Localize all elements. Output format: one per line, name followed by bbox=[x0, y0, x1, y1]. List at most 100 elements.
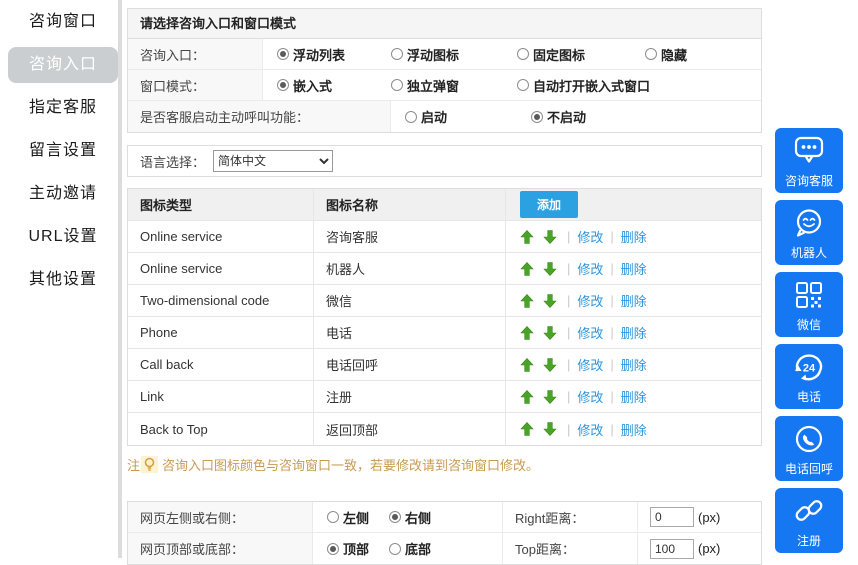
cell-icon-type: Link bbox=[128, 381, 314, 412]
floating-dock: 咨询客服 机器人 微信 bbox=[775, 128, 843, 560]
svg-text:24: 24 bbox=[803, 363, 816, 375]
radio-label: 独立弹窗 bbox=[407, 76, 459, 95]
radio-float-icon[interactable]: 浮动图标 bbox=[391, 45, 517, 64]
sidebar-item-assign-agent[interactable]: 指定客服 bbox=[8, 90, 118, 126]
cell-icon-type: Back to Top bbox=[128, 413, 314, 445]
table-row: Link 注册 | 修改 | 删除 bbox=[128, 381, 761, 413]
radio-embedded[interactable]: 嵌入式 bbox=[277, 76, 391, 95]
sidebar-item-message-settings[interactable]: 留言设置 bbox=[8, 133, 118, 169]
add-button[interactable]: 添加 bbox=[520, 191, 578, 218]
radio-label: 浮动图标 bbox=[407, 45, 459, 64]
language-select[interactable]: 简体中文 bbox=[213, 150, 333, 172]
delete-link[interactable]: 删除 bbox=[621, 355, 647, 374]
cell-icon-type: Two-dimensional code bbox=[128, 285, 314, 316]
radio-enable[interactable]: 启动 bbox=[405, 107, 531, 126]
move-up-icon[interactable] bbox=[520, 294, 534, 308]
radio-left-side[interactable]: 左侧 bbox=[327, 508, 369, 527]
note-prefix: 注 bbox=[127, 455, 140, 474]
radio-icon bbox=[531, 111, 543, 123]
dock-button-robot[interactable]: 机器人 bbox=[775, 200, 843, 265]
move-down-icon[interactable] bbox=[543, 422, 557, 436]
modify-link[interactable]: 修改 bbox=[577, 420, 603, 439]
modify-link[interactable]: 修改 bbox=[577, 291, 603, 310]
move-up-icon[interactable] bbox=[520, 422, 534, 436]
radio-label: 顶部 bbox=[343, 539, 369, 558]
move-down-icon[interactable] bbox=[543, 390, 557, 404]
radio-right-side[interactable]: 右侧 bbox=[389, 508, 431, 527]
modify-link[interactable]: 修改 bbox=[577, 227, 603, 246]
vertical-position-label: 网页顶部或底部： bbox=[128, 533, 313, 564]
radio-float-list[interactable]: 浮动列表 bbox=[277, 45, 391, 64]
main-content: 请选择咨询入口和窗口模式 咨询入口： 浮动列表 浮动图标 固定图标 隐藏 窗口模… bbox=[127, 8, 762, 565]
move-down-icon[interactable] bbox=[543, 262, 557, 276]
radio-icon bbox=[517, 48, 529, 60]
modify-link[interactable]: 修改 bbox=[577, 387, 603, 406]
radio-label: 底部 bbox=[405, 539, 431, 558]
dock-button-label: 电话 bbox=[797, 390, 821, 404]
table-row: Online service 机器人 | 修改 | 删除 bbox=[128, 253, 761, 285]
move-up-icon[interactable] bbox=[520, 326, 534, 340]
sidebar-item-proactive-invite[interactable]: 主动邀请 bbox=[8, 176, 118, 212]
top-distance-input[interactable] bbox=[650, 539, 694, 559]
cell-icon-type: Call back bbox=[128, 349, 314, 380]
radio-icon bbox=[391, 48, 403, 60]
cell-icon-name: 返回顶部 bbox=[314, 413, 506, 445]
move-up-icon[interactable] bbox=[520, 358, 534, 372]
radio-auto-open-embedded[interactable]: 自动打开嵌入式窗口 bbox=[517, 76, 650, 95]
dock-button-wechat[interactable]: 微信 bbox=[775, 272, 843, 337]
modify-link[interactable]: 修改 bbox=[577, 259, 603, 278]
delete-link[interactable]: 删除 bbox=[621, 291, 647, 310]
delete-link[interactable]: 删除 bbox=[621, 227, 647, 246]
move-down-icon[interactable] bbox=[543, 294, 557, 308]
right-distance-label: Right距离： bbox=[503, 502, 638, 532]
dock-button-callback[interactable]: 电话回呼 bbox=[775, 416, 843, 481]
radio-icon bbox=[277, 79, 289, 91]
note-text: 咨询入口图标颜色与咨询窗口一致，若要修改请到咨询窗口修改。 bbox=[162, 455, 539, 474]
move-down-icon[interactable] bbox=[543, 230, 557, 244]
radio-fixed-icon[interactable]: 固定图标 bbox=[517, 45, 645, 64]
sidebar-item-url-settings[interactable]: URL设置 bbox=[8, 219, 118, 255]
radio-icon bbox=[327, 511, 339, 523]
sidebar-item-other-settings[interactable]: 其他设置 bbox=[8, 262, 118, 298]
px-unit: (px) bbox=[698, 541, 720, 556]
radio-label: 嵌入式 bbox=[293, 76, 332, 95]
panel-title: 请选择咨询入口和窗口模式 bbox=[128, 9, 761, 39]
radio-icon bbox=[517, 79, 529, 91]
sidebar-item-consult-window[interactable]: 咨询窗口 bbox=[8, 4, 118, 40]
delete-link[interactable]: 删除 bbox=[621, 323, 647, 342]
move-down-icon[interactable] bbox=[543, 358, 557, 372]
radio-label: 浮动列表 bbox=[293, 45, 345, 64]
cell-actions: | 修改 | 删除 bbox=[506, 227, 761, 246]
vertical-position-row: 网页顶部或底部： 顶部 底部 Top距离： (px) bbox=[128, 533, 761, 564]
radio-top-side[interactable]: 顶部 bbox=[327, 539, 369, 558]
phone-callback-icon bbox=[793, 416, 825, 462]
modify-link[interactable]: 修改 bbox=[577, 355, 603, 374]
move-up-icon[interactable] bbox=[520, 230, 534, 244]
radio-bottom-side[interactable]: 底部 bbox=[389, 539, 431, 558]
header-icon-name: 图标名称 bbox=[314, 189, 506, 220]
dock-button-label: 微信 bbox=[797, 318, 821, 332]
move-up-icon[interactable] bbox=[520, 262, 534, 276]
table-header-row: 图标类型 图标名称 添加 bbox=[128, 189, 761, 221]
24-hour-service-icon: 24 bbox=[791, 344, 827, 390]
cell-actions: | 修改 | 删除 bbox=[506, 259, 761, 278]
action-separator: | bbox=[567, 325, 570, 340]
dock-button-phone[interactable]: 24 电话 bbox=[775, 344, 843, 409]
move-down-icon[interactable] bbox=[543, 326, 557, 340]
delete-link[interactable]: 删除 bbox=[621, 259, 647, 278]
move-up-icon[interactable] bbox=[520, 390, 534, 404]
dock-button-label: 电话回呼 bbox=[785, 462, 833, 476]
right-distance-cell: (px) bbox=[638, 502, 761, 532]
radio-hidden[interactable]: 隐藏 bbox=[645, 45, 687, 64]
qr-code-icon bbox=[794, 272, 824, 318]
dock-button-register[interactable]: 注册 bbox=[775, 488, 843, 553]
modify-link[interactable]: 修改 bbox=[577, 323, 603, 342]
cell-icon-name: 电话 bbox=[314, 317, 506, 348]
radio-popup[interactable]: 独立弹窗 bbox=[391, 76, 517, 95]
delete-link[interactable]: 删除 bbox=[621, 420, 647, 439]
dock-button-consult[interactable]: 咨询客服 bbox=[775, 128, 843, 193]
radio-disable[interactable]: 不启动 bbox=[531, 107, 586, 126]
sidebar-item-consult-entry[interactable]: 咨询入口 bbox=[8, 47, 118, 83]
right-distance-input[interactable] bbox=[650, 507, 694, 527]
delete-link[interactable]: 删除 bbox=[621, 387, 647, 406]
